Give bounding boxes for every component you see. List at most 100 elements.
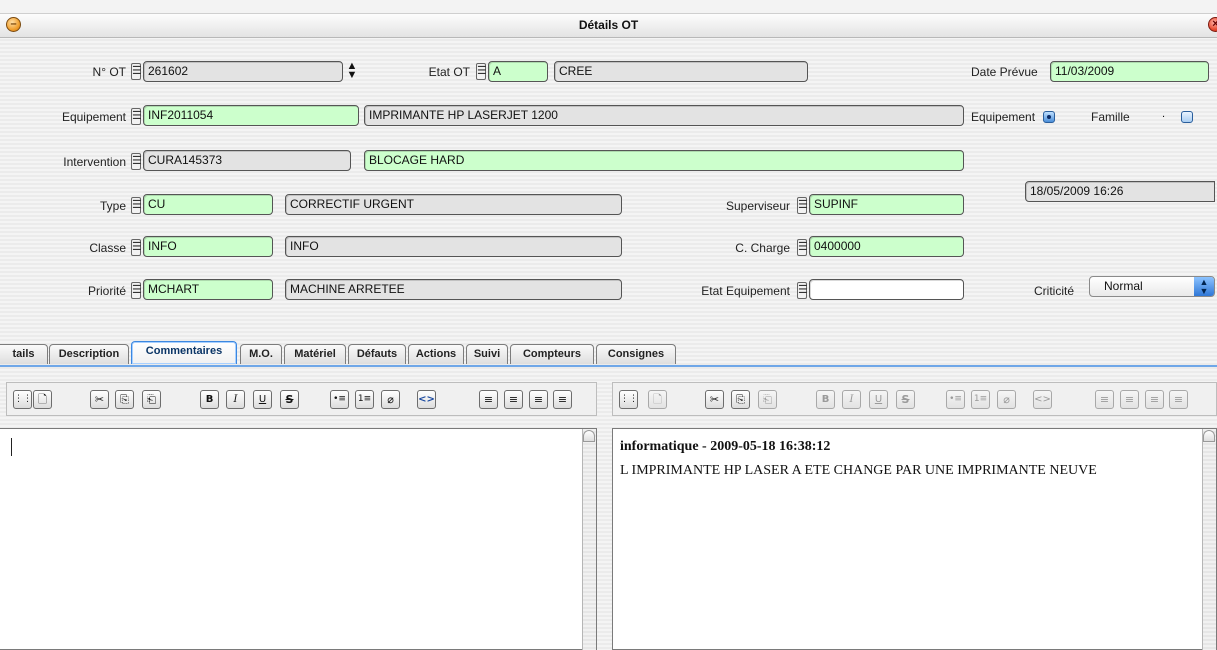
- top-strip: [0, 0, 1217, 13]
- equipement-code-field[interactable]: INF2011054: [143, 105, 359, 126]
- new-doc-icon[interactable]: 🗋: [33, 390, 52, 409]
- numbered-list-icon[interactable]: 1≡: [355, 390, 374, 409]
- history-toolbar: ⋮⋮ 🗋 ✂ ⎘ ⎗ B I U S •≡ 1≡ ⌀ <> ≡ ≡ ≡ ≡: [612, 382, 1217, 416]
- code-icon[interactable]: <>: [417, 390, 436, 409]
- tab-description[interactable]: Description: [49, 344, 129, 364]
- tab-mo[interactable]: M.O.: [240, 344, 282, 364]
- code-icon: <>: [1033, 390, 1052, 409]
- c-charge-label: C. Charge: [735, 241, 790, 255]
- tab-commentaires[interactable]: Commentaires: [131, 341, 237, 364]
- underline-icon: U: [869, 390, 888, 409]
- minimize-button[interactable]: –: [6, 17, 21, 32]
- superviseur-lookup-icon[interactable]: ☰: [797, 197, 808, 214]
- no-ot-lookup-icon[interactable]: ☰: [131, 63, 142, 80]
- source-view-icon[interactable]: ⋮⋮: [13, 390, 32, 409]
- tab-suivi[interactable]: Suivi: [466, 344, 508, 364]
- superviseur-field[interactable]: SUPINF: [809, 194, 964, 215]
- tab-consignes[interactable]: Consignes: [596, 344, 676, 364]
- date-prevue-field[interactable]: 11/03/2009: [1050, 61, 1209, 82]
- radio-equipement-icon[interactable]: [1043, 111, 1055, 123]
- priorite-label: Priorité: [87, 284, 126, 298]
- bold-icon: B: [816, 390, 835, 409]
- italic-icon: I: [842, 390, 861, 409]
- classe-label: Classe: [89, 241, 126, 255]
- comment-editor[interactable]: [0, 428, 597, 650]
- align-left-icon[interactable]: ≡: [479, 390, 498, 409]
- etat-ot-text-field: CREE: [554, 61, 808, 82]
- tab-materiel[interactable]: Matériel: [284, 344, 346, 364]
- paste-icon[interactable]: ⎗: [142, 390, 161, 409]
- classe-code-field[interactable]: INFO: [143, 236, 273, 257]
- align-center-icon[interactable]: ≡: [504, 390, 523, 409]
- bold-icon[interactable]: B: [200, 390, 219, 409]
- radio-equipement-label: Equipement: [971, 110, 1036, 124]
- comment-history-scrollbar[interactable]: [1202, 429, 1216, 650]
- justify-icon[interactable]: ≡: [553, 390, 572, 409]
- intervention-text-field[interactable]: BLOCAGE HARD: [364, 150, 964, 171]
- close-button[interactable]: ×: [1208, 17, 1217, 32]
- scroll-up-icon[interactable]: [583, 430, 595, 442]
- align-right-icon[interactable]: ≡: [529, 390, 548, 409]
- criticite-dropdown-icon[interactable]: ▲ ▼: [1194, 277, 1214, 296]
- radio-famille-label: Famille: [1091, 110, 1130, 124]
- text-caret: [11, 438, 12, 456]
- criticite-value: Normal: [1104, 279, 1143, 293]
- type-label: Type: [99, 199, 126, 213]
- scroll-up-icon[interactable]: [1203, 430, 1215, 442]
- link-icon[interactable]: ⌀: [381, 390, 400, 409]
- intervention-code-field[interactable]: CURA145373: [143, 150, 351, 171]
- classe-lookup-icon[interactable]: ☰: [131, 239, 142, 256]
- priorite-lookup-icon[interactable]: ☰: [131, 282, 142, 299]
- tab-actions[interactable]: Actions: [408, 344, 464, 364]
- tab-bar: tails Description Commentaires M.O. Maté…: [0, 340, 1217, 368]
- priorite-code-field[interactable]: MCHART: [143, 279, 273, 300]
- italic-icon[interactable]: I: [226, 390, 245, 409]
- new-doc-icon: 🗋: [648, 390, 667, 409]
- bullet-list-icon: •≡: [946, 390, 965, 409]
- underline-icon[interactable]: U: [253, 390, 272, 409]
- comment-editor-scrollbar[interactable]: [582, 429, 596, 650]
- dot-separator: .: [1162, 108, 1166, 120]
- equipement-label: Equipement: [61, 110, 126, 124]
- etat-ot-lookup-icon[interactable]: ☰: [476, 63, 487, 80]
- strikethrough-icon: S: [896, 390, 915, 409]
- date-prevue-label: Date Prévue: [971, 65, 1038, 79]
- source-view-icon[interactable]: ⋮⋮: [619, 390, 638, 409]
- datetime-field: 18/05/2009 16:26: [1025, 181, 1215, 202]
- type-lookup-icon[interactable]: ☰: [131, 197, 142, 214]
- type-code-field[interactable]: CU: [143, 194, 273, 215]
- tab-compteurs[interactable]: Compteurs: [510, 344, 594, 364]
- cut-icon[interactable]: ✂: [90, 390, 109, 409]
- no-ot-stepper-icon[interactable]: ▲ ▼: [346, 61, 358, 81]
- comment-editor-toolbar: ⋮⋮ 🗋 ✂ ⎘ ⎗ B I U S •≡ 1≡ ⌀ <> ≡ ≡ ≡ ≡: [6, 382, 597, 416]
- cut-icon[interactable]: ✂: [705, 390, 724, 409]
- bullet-list-icon[interactable]: •≡: [330, 390, 349, 409]
- intervention-lookup-icon[interactable]: ☰: [131, 153, 142, 170]
- equipement-lookup-icon[interactable]: ☰: [131, 108, 142, 125]
- strikethrough-icon[interactable]: S: [280, 390, 299, 409]
- copy-icon[interactable]: ⎘: [731, 390, 750, 409]
- no-ot-label: N° OT: [92, 65, 126, 79]
- c-charge-field[interactable]: 0400000: [809, 236, 964, 257]
- etat-equipement-lookup-icon[interactable]: ☰: [797, 282, 808, 299]
- tab-defauts[interactable]: Défauts: [348, 344, 406, 364]
- copy-icon[interactable]: ⎘: [115, 390, 134, 409]
- etat-equipement-field[interactable]: [809, 279, 964, 300]
- align-center-icon: ≡: [1120, 390, 1139, 409]
- align-right-icon: ≡: [1145, 390, 1164, 409]
- tab-details[interactable]: tails: [0, 344, 48, 364]
- etat-equipement-label: Etat Equipement: [701, 284, 790, 298]
- criticite-label: Criticité: [1033, 284, 1074, 298]
- no-ot-field[interactable]: 261602: [143, 61, 343, 82]
- etat-ot-code-field[interactable]: A: [488, 61, 548, 82]
- numbered-list-icon: 1≡: [971, 390, 990, 409]
- priorite-text-field: MACHINE ARRETEE: [285, 279, 622, 300]
- comment-history[interactable]: informatique - 2009-05-18 16:38:12 L IMP…: [612, 428, 1217, 650]
- link-icon: ⌀: [997, 390, 1016, 409]
- classe-text-field: INFO: [285, 236, 622, 257]
- comment-text: L IMPRIMANTE HP LASER A ETE CHANGE PAR U…: [620, 463, 1097, 478]
- radio-famille-icon[interactable]: [1181, 111, 1193, 123]
- type-text-field: CORRECTIF URGENT: [285, 194, 622, 215]
- align-left-icon: ≡: [1095, 390, 1114, 409]
- c-charge-lookup-icon[interactable]: ☰: [797, 239, 808, 256]
